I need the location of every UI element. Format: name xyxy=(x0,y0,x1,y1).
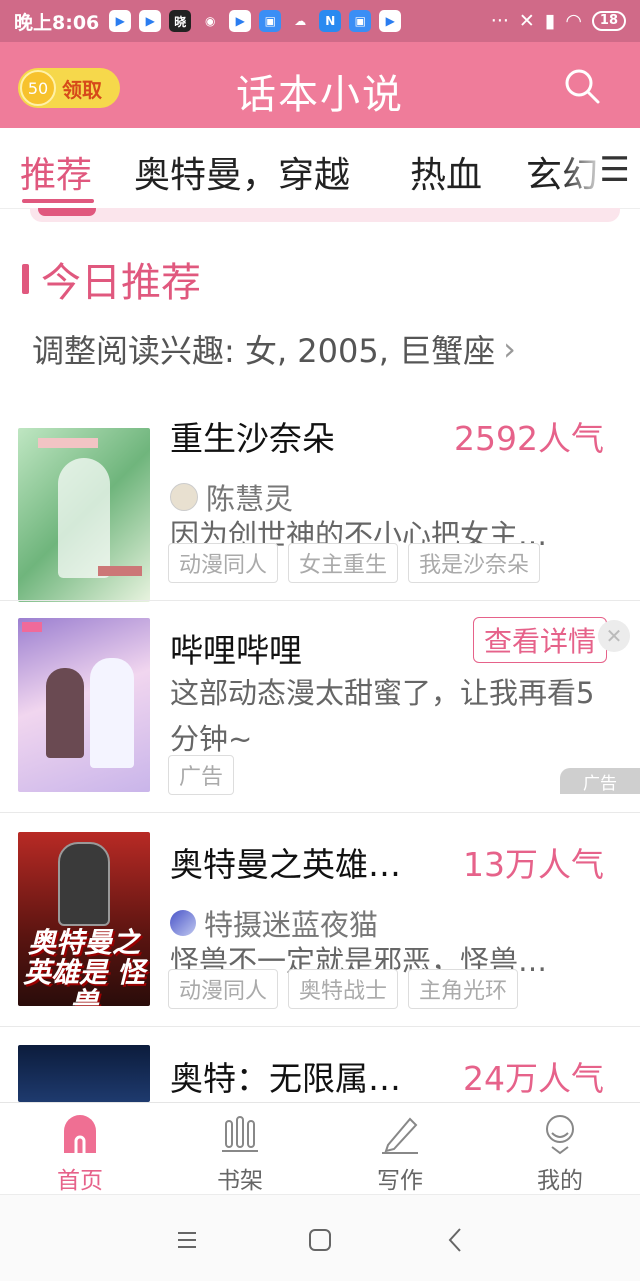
category-tabs: 推荐 奥特曼，穿越 热血 玄幻 ☰ xyxy=(0,128,640,209)
podcast-icon: ◉ xyxy=(205,14,216,28)
book-popularity: 13万人气 xyxy=(463,845,604,884)
battery-icon: 18 xyxy=(591,11,626,31)
notification-icons: ▶ ▶ 晓 ◉ ▶ ▣ ☁ N ▣ ▶ xyxy=(109,10,402,32)
profile-icon xyxy=(546,1115,574,1155)
book-popularity: 2592人气 xyxy=(454,419,604,458)
nav-label: 写作 xyxy=(377,1168,423,1194)
book-title: 重生沙奈朵 xyxy=(170,419,335,458)
nav-bookshelf[interactable]: 书架 xyxy=(160,1111,320,1195)
bottom-nav: 首页 书架 写作 我的 xyxy=(0,1102,640,1195)
book-title: 奥特曼之英雄… xyxy=(170,845,401,884)
avatar xyxy=(170,910,196,936)
tag-row: 动漫同人 奥特战士 主角光环 xyxy=(168,969,519,1009)
book-cover: 奥特曼之 英雄是 怪兽 xyxy=(18,832,150,1006)
mute-icon: ✕ xyxy=(518,10,535,32)
search-icon[interactable] xyxy=(562,66,602,106)
tab-recommend[interactable]: 推荐 xyxy=(20,146,92,198)
status-bar: 晚上8:06 ▶ ▶ 晓 ◉ ▶ ▣ ☁ N ▣ ▶ ··· ✕ ▮ ◠ 18 xyxy=(0,0,640,42)
book-title: 奥特：无限属… xyxy=(170,1059,401,1098)
tag-row: 广告 xyxy=(168,755,235,795)
book-cover xyxy=(18,1045,150,1102)
cover-title: 奥特曼之 英雄是 怪兽 xyxy=(23,926,145,1007)
section-title: 今日推荐 xyxy=(41,260,201,306)
today-recommend-header: 今日推荐 xyxy=(22,250,201,308)
ad-description: 这部动态漫太甜蜜了，让我再看5分钟~ xyxy=(170,676,595,756)
book-tag[interactable]: 主角光环 xyxy=(408,969,519,1009)
wifi-icon: ◠ xyxy=(565,10,582,32)
app-title: 话本小说 xyxy=(236,72,404,118)
interest-label: 调整阅读兴趣: 女, 2005, 巨蟹座 xyxy=(32,332,496,370)
ad-badge: 广告 xyxy=(560,768,640,794)
play-store-icon: ▶ xyxy=(229,10,252,32)
play-store-icon: ▶ xyxy=(139,10,162,32)
tag-row: 动漫同人 女主重生 我是沙奈朵 xyxy=(168,543,541,583)
menu-icon[interactable]: ☰ xyxy=(600,150,630,190)
active-tab-indicator xyxy=(22,199,94,203)
nav-writing[interactable]: 写作 xyxy=(320,1111,480,1195)
chevron-right-icon: › xyxy=(503,330,516,368)
play-store-icon: ▶ xyxy=(109,10,132,32)
view-details-button[interactable]: 查看详情 xyxy=(473,617,607,663)
home-button-icon[interactable] xyxy=(305,1225,335,1255)
nav-label: 首页 xyxy=(57,1168,103,1194)
n-app-icon: N xyxy=(319,10,342,32)
book-tag[interactable]: 动漫同人 xyxy=(168,543,279,583)
nav-profile[interactable]: 我的 xyxy=(480,1111,640,1195)
recents-icon[interactable] xyxy=(172,1225,202,1255)
signal-icon: ▮ xyxy=(544,10,556,32)
announcement-banner[interactable] xyxy=(30,208,620,222)
system-nav xyxy=(0,1194,640,1281)
divider xyxy=(0,812,640,813)
ad-cover xyxy=(18,618,150,792)
book-popularity: 24万人气 xyxy=(463,1059,604,1098)
tab-hot-blood[interactable]: 热血 xyxy=(410,146,482,198)
book-tag[interactable]: 女主重生 xyxy=(288,543,399,583)
pencil-icon xyxy=(382,1117,418,1154)
home-icon xyxy=(64,1115,96,1153)
cloud-icon: ☁ xyxy=(294,14,307,28)
book-cover xyxy=(18,428,150,602)
ad-title: 哔哩哔哩 xyxy=(170,631,302,670)
nav-label: 书架 xyxy=(217,1168,263,1194)
tab-ultraman-time-travel[interactable]: 奥特曼，穿越 xyxy=(134,146,350,198)
book-tag[interactable]: 动漫同人 xyxy=(168,969,279,1009)
blue-app-icon: ▣ xyxy=(349,10,372,32)
ad-tag: 广告 xyxy=(168,755,235,795)
avatar xyxy=(170,483,198,511)
more-notifications-icon: ··· xyxy=(490,10,509,32)
book-tag[interactable]: 我是沙奈朵 xyxy=(408,543,541,583)
blue-app-icon: ▣ xyxy=(259,10,282,32)
book-tag[interactable]: 奥特战士 xyxy=(288,969,399,1009)
adjust-interest-link[interactable]: 调整阅读兴趣: 女, 2005, 巨蟹座 › xyxy=(32,326,516,372)
status-time: 晚上8:06 xyxy=(14,11,100,34)
divider xyxy=(0,600,640,601)
nav-label: 我的 xyxy=(537,1168,583,1194)
divider xyxy=(0,1026,640,1027)
section-marker xyxy=(22,264,29,294)
play-store-icon: ▶ xyxy=(379,10,402,32)
bookshelf-icon xyxy=(222,1116,258,1152)
app-header: 50 领取 话本小说 xyxy=(0,42,640,128)
xiao-app-icon: 晓 xyxy=(169,10,192,32)
back-icon[interactable] xyxy=(440,1225,470,1255)
nav-home[interactable]: 首页 xyxy=(0,1111,160,1195)
close-icon[interactable]: ✕ xyxy=(598,620,630,652)
